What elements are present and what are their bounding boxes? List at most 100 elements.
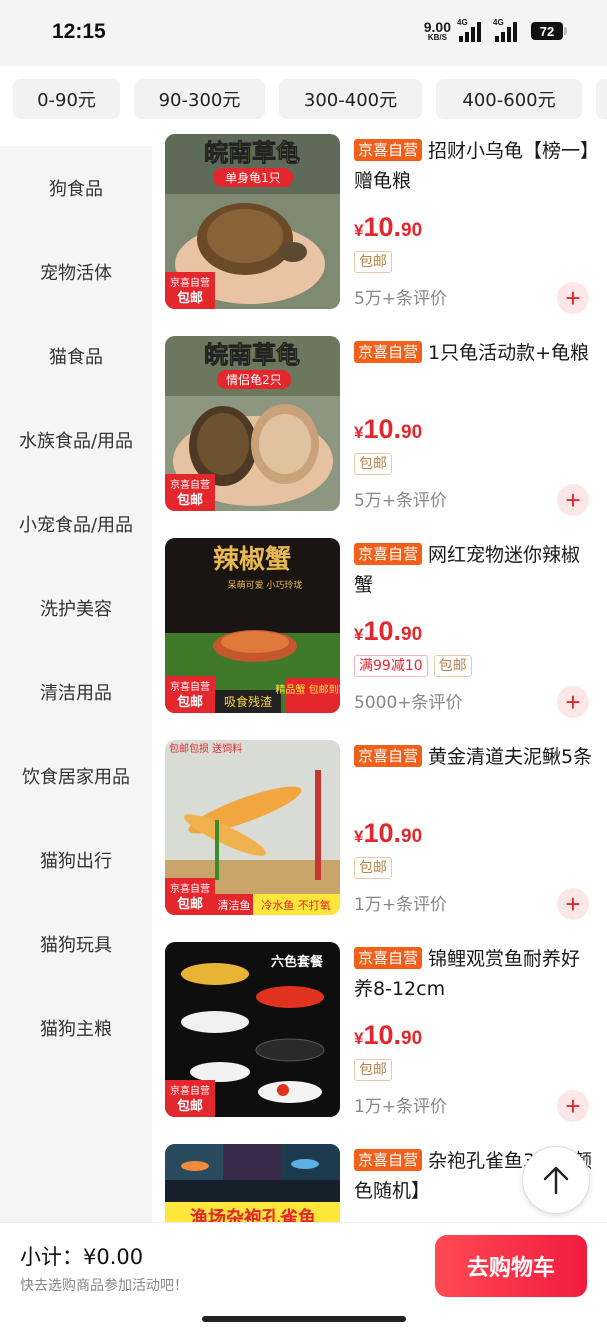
signal-label-2: 4G	[493, 18, 504, 27]
product-price: ¥10.90	[354, 414, 422, 445]
price-integer: 10.	[363, 818, 402, 848]
image-box: 精品蟹 包邮到家	[275, 683, 340, 696]
product-card[interactable]: 包邮包损 送饲料 京喜自营 包邮 清洁鱼 冷水鱼 不打氧 京喜自营 黄金清道夫泥鳅…	[152, 740, 607, 942]
image-title: 渔场杂袍孔雀鱼	[190, 1207, 316, 1222]
image-subtitle: 情侣龟2只	[226, 372, 282, 387]
product-info: 京喜自营 锦鲤观赏鱼耐养好养8-12cm	[354, 944, 598, 1004]
review-count: 5万+条评价	[354, 491, 448, 511]
signal-icon: 4G	[457, 18, 487, 42]
sidebar-item[interactable]: 猫狗出行	[0, 818, 152, 902]
product-title[interactable]: 京喜自营 网红宠物迷你辣椒蟹	[354, 540, 598, 600]
product-badges: 包邮	[354, 1059, 392, 1081]
product-badges: 包邮	[354, 251, 392, 273]
price-filter-chip[interactable]: 90-300元	[134, 79, 265, 119]
free-shipping-badge: 包邮	[354, 857, 392, 879]
product-image[interactable]: 渔场杂袍孔雀鱼	[165, 1144, 340, 1222]
product-price: ¥10.90	[354, 818, 422, 849]
price-decimal: 90	[401, 422, 423, 443]
image-corner-top: 京喜自营	[170, 276, 210, 289]
free-shipping-badge: 包邮	[354, 453, 392, 475]
product-title[interactable]: 京喜自营 黄金清道夫泥鳅5条	[354, 742, 598, 772]
network-speed-value: 9.00	[423, 19, 451, 35]
price-decimal: 90	[401, 624, 423, 645]
back-to-top-button[interactable]	[522, 1146, 590, 1214]
jingxi-tag: 京喜自营	[354, 1149, 423, 1171]
sidebar-item[interactable]: 清洁用品	[0, 650, 152, 734]
product-info: 京喜自营 1只龟活动款+龟粮	[354, 338, 598, 368]
image-title: 皖南草龟	[204, 139, 300, 167]
signal-icon-2: 4G	[493, 18, 523, 42]
sidebar-item[interactable]: 水族食品/用品	[0, 398, 152, 482]
sidebar-item[interactable]: 小宠食品/用品	[0, 482, 152, 566]
jingxi-tag: 京喜自营	[354, 341, 423, 363]
sidebar-item[interactable]: 洗护美容	[0, 566, 152, 650]
add-to-cart-button[interactable]: +	[557, 1090, 589, 1122]
image-title: 皖南草龟	[204, 341, 300, 369]
product-info: 京喜自营 招财小乌龟【榜一】赠龟粮	[354, 136, 598, 196]
product-card[interactable]: 六色套餐 京喜自营 包邮 京喜自营 锦鲤观赏鱼耐养好养8-12cm ¥10.90 …	[152, 942, 607, 1144]
sidebar-item[interactable]: 宠物活体	[0, 230, 152, 314]
add-to-cart-button[interactable]: +	[557, 484, 589, 516]
free-shipping-badge: 包邮	[354, 251, 392, 273]
product-card[interactable]: 辣椒蟹 呆萌可爱 小巧玲珑 京喜自营 包邮 吸食残渣 精品蟹 包邮到家 京喜自营…	[152, 538, 607, 740]
product-image[interactable]: 六色套餐 京喜自营 包邮	[165, 942, 340, 1117]
price-filter-chip[interactable]: 400-600元	[436, 79, 582, 119]
jingxi-tag: 京喜自营	[354, 745, 423, 767]
status-time: 12:15	[52, 20, 106, 43]
image-corner-top: 京喜自营	[170, 478, 210, 491]
product-info: 京喜自营 黄金清道夫泥鳅5条	[354, 742, 598, 772]
product-price: ¥10.90	[354, 1020, 422, 1051]
image-subtitle: 呆萌可爱 小巧玲珑	[228, 579, 303, 591]
price-filter-chip[interactable]: 300-400元	[279, 79, 422, 119]
battery-level: 72	[539, 23, 555, 39]
jingxi-tag: 京喜自营	[354, 139, 423, 161]
product-card[interactable]: 皖南草龟 情侣龟2只 京喜自营 包邮 京喜自营 1只龟活动款+龟粮 ¥10.90 …	[152, 336, 607, 538]
product-title[interactable]: 京喜自营 招财小乌龟【榜一】赠龟粮	[354, 136, 598, 196]
arrow-up-icon	[543, 1166, 569, 1195]
signal-label: 4G	[457, 18, 468, 27]
price-filter-chip-more[interactable]	[596, 79, 607, 119]
product-image[interactable]: 皖南草龟 单身龟1只 京喜自营 包邮	[165, 134, 340, 309]
product-info: 京喜自营 网红宠物迷你辣椒蟹	[354, 540, 598, 600]
image-corner-top: 京喜自营	[170, 1084, 210, 1097]
review-count: 5000+条评价	[354, 693, 463, 713]
price-integer: 10.	[363, 212, 402, 242]
discount-badge: 满99减10	[354, 655, 428, 677]
image-title: 六色套餐	[271, 954, 324, 970]
product-image[interactable]: 辣椒蟹 呆萌可爱 小巧玲珑 京喜自营 包邮 吸食残渣 精品蟹 包邮到家	[165, 538, 340, 713]
product-badges: 包邮	[354, 857, 392, 879]
product-image[interactable]: 包邮包损 送饲料 京喜自营 包邮 清洁鱼 冷水鱼 不打氧	[165, 740, 340, 915]
price-decimal: 90	[401, 1028, 423, 1049]
network-speed: 9.00 KB/S	[424, 20, 451, 42]
sidebar-item[interactable]: 猫食品	[0, 314, 152, 398]
price-filter-chip[interactable]: 0-90元	[13, 79, 120, 119]
product-image[interactable]: 皖南草龟 情侣龟2只 京喜自营 包邮	[165, 336, 340, 511]
go-to-cart-button[interactable]: 去购物车	[435, 1235, 587, 1297]
image-corner-bottom: 包邮	[177, 694, 203, 710]
add-to-cart-button[interactable]: +	[557, 888, 589, 920]
status-bar: 12:15 9.00 KB/S 4G 4G 72	[0, 0, 607, 66]
image-corner-bottom: 包邮	[177, 290, 203, 306]
category-sidebar: 狗食品 宠物活体 猫食品 水族食品/用品 小宠食品/用品 洗护美容 清洁用品 饮…	[0, 146, 152, 1222]
product-card[interactable]: 皖南草龟 单身龟1只 京喜自营 包邮 京喜自营 招财小乌龟【榜一】赠龟粮 ¥10.…	[152, 134, 607, 336]
subtotal: 小计：¥0.00	[20, 1245, 144, 1269]
image-strip: 吸食残渣	[224, 694, 272, 709]
home-indicator[interactable]	[202, 1316, 406, 1322]
jingxi-tag: 京喜自营	[354, 947, 423, 969]
review-count: 1万+条评价	[354, 1097, 448, 1117]
product-title[interactable]: 京喜自营 1只龟活动款+龟粮	[354, 338, 598, 368]
image-title: 辣椒蟹	[213, 544, 291, 575]
product-badges: 包邮	[354, 453, 392, 475]
sidebar-item[interactable]: 猫狗玩具	[0, 902, 152, 986]
sidebar-item[interactable]: 狗食品	[0, 146, 152, 230]
product-title[interactable]: 京喜自营 锦鲤观赏鱼耐养好养8-12cm	[354, 944, 598, 1004]
add-to-cart-button[interactable]: +	[557, 282, 589, 314]
network-speed-unit: KB/S	[427, 33, 447, 42]
free-shipping-badge: 包邮	[354, 1059, 392, 1081]
sidebar-item[interactable]: 饮食居家用品	[0, 734, 152, 818]
free-shipping-badge: 包邮	[433, 655, 472, 677]
product-list: 皖南草龟 单身龟1只 京喜自营 包邮 京喜自营 招财小乌龟【榜一】赠龟粮 ¥10.…	[152, 134, 607, 1222]
sidebar-item[interactable]: 猫狗主粮	[0, 986, 152, 1070]
price-integer: 10.	[363, 414, 402, 444]
add-to-cart-button[interactable]: +	[557, 686, 589, 718]
